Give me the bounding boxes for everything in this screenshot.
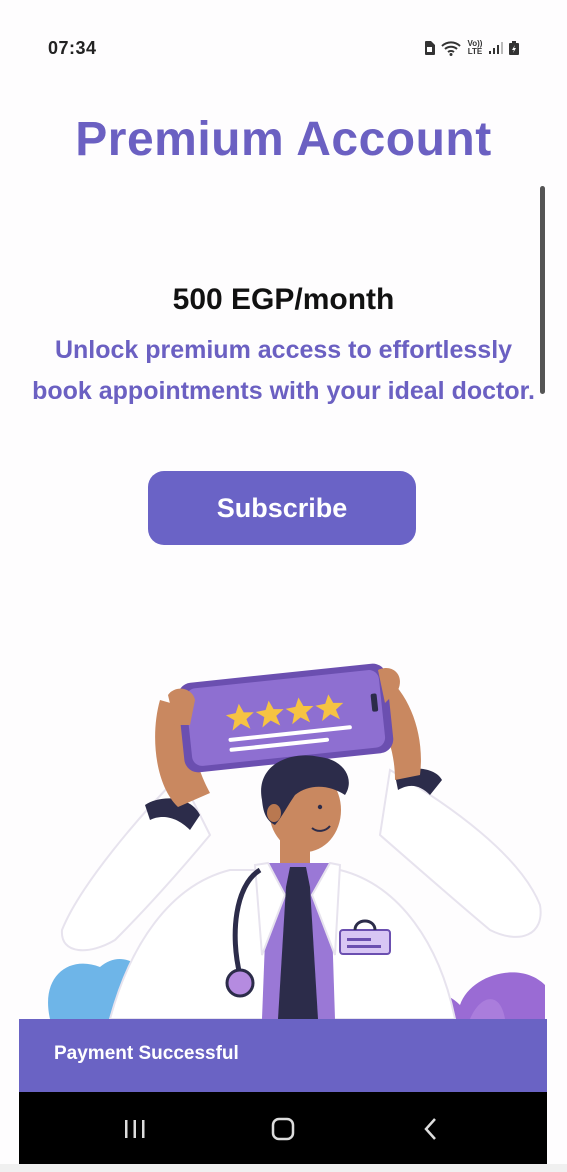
status-time: 07:34	[48, 38, 97, 58]
back-icon[interactable]	[411, 1114, 451, 1144]
snackbar: Payment Successful	[19, 1019, 547, 1092]
system-nav-bar	[19, 1092, 547, 1164]
status-icons: Vo)) LTE	[424, 40, 519, 56]
tagline-text: Unlock premium access to effortlessly bo…	[32, 336, 535, 405]
volte-lte-icon: Vo)) LTE	[467, 39, 483, 56]
recent-apps-icon[interactable]	[115, 1114, 155, 1144]
status-bar: 07:34 Vo)) LTE	[0, 0, 567, 90]
bottom-strip	[0, 1164, 567, 1172]
doctor-holding-phone-rating-illustration	[48, 663, 545, 1020]
battery-icon	[509, 41, 519, 55]
home-icon[interactable]	[263, 1114, 303, 1144]
wifi-icon	[441, 40, 461, 56]
page-title: Premium Account	[75, 113, 492, 166]
snackbar-message: Payment Successful	[54, 1043, 239, 1064]
price-label: 500 EGP/month	[172, 283, 395, 316]
subscribe-button[interactable]: Subscribe	[148, 471, 416, 545]
sim-card-icon	[424, 41, 435, 55]
signal-icon	[489, 42, 503, 54]
screen: 07:34 Vo)) LTE Premium Account 500 EGP/m…	[0, 0, 567, 1172]
